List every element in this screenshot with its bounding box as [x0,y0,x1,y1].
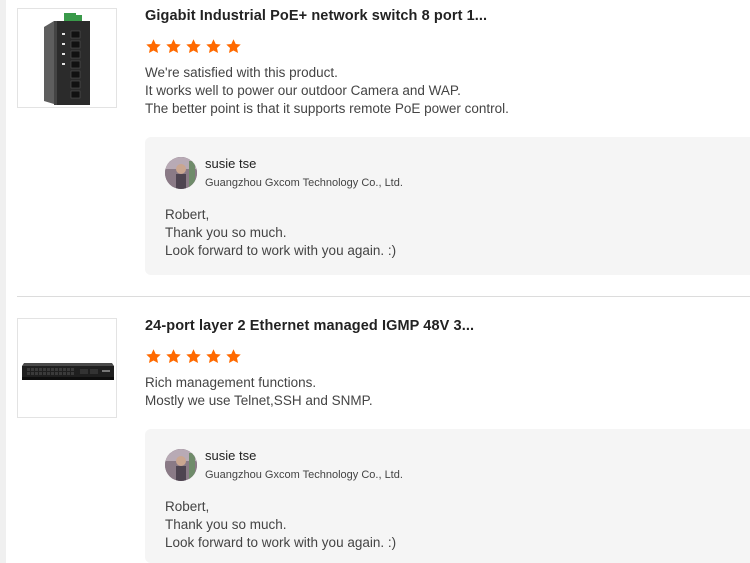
reply-company: Guangzhou Gxcom Technology Co., Ltd. [205,177,403,189]
review-comment: We're satisfied with this product. It wo… [145,64,509,118]
reply-author: susie tse [205,156,257,171]
reply-text: Robert, Thank you so much. Look forward … [165,206,396,260]
reply-line: Thank you so much. [165,225,287,240]
product-title[interactable]: 24-port layer 2 Ethernet managed IGMP 48… [145,318,474,334]
reply-line: Thank you so much. [165,517,287,532]
star-icon [206,39,221,54]
star-icon [146,39,161,54]
star-icon [206,349,221,364]
product-thumbnail[interactable] [17,318,117,418]
star-icon [166,349,181,364]
comment-line: Mostly we use Telnet,SSH and SNMP. [145,393,373,408]
comment-line: The better point is that it supports rem… [145,101,509,116]
product-title[interactable]: Gigabit Industrial PoE+ network switch 8… [145,8,487,24]
reply-line: Robert, [165,499,210,514]
rack-switch-image [22,363,114,380]
star-icon [186,349,201,364]
reply-line: Look forward to work with you again. :) [165,243,397,258]
user-avatar [165,157,197,189]
reply-text: Robert, Thank you so much. Look forward … [165,498,396,552]
user-avatar [165,449,197,481]
reply-line: Robert, [165,207,210,222]
star-icon [226,39,241,54]
comment-line: We're satisfied with this product. [145,65,338,80]
review-comment: Rich management functions. Mostly we use… [145,374,373,410]
left-rail [0,0,6,563]
star-icon [226,349,241,364]
product-thumbnail[interactable] [17,8,117,108]
reply-line: Look forward to work with you again. :) [165,535,397,550]
rating-stars [145,38,242,55]
star-icon [146,349,161,364]
rating-stars [145,348,242,365]
star-icon [166,39,181,54]
din-rail-switch-image [44,13,90,105]
reply-company: Guangzhou Gxcom Technology Co., Ltd. [205,469,403,481]
review-divider [17,296,750,297]
star-icon [186,39,201,54]
comment-line: It works well to power our outdoor Camer… [145,83,461,98]
seller-reply: susie tse Guangzhou Gxcom Technology Co.… [145,137,750,275]
comment-line: Rich management functions. [145,375,317,390]
seller-reply: susie tse Guangzhou Gxcom Technology Co.… [145,429,750,563]
reply-author: susie tse [205,448,257,463]
